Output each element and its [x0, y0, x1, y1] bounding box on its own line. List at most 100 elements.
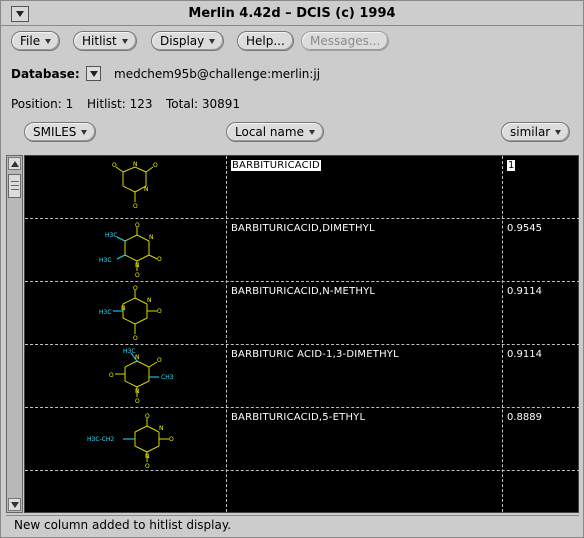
atom-label: H3C-CH2: [87, 436, 114, 443]
total-value: 30891: [201, 97, 241, 111]
similar-column-label: similar: [510, 125, 551, 139]
similar-cell[interactable]: 0.9114: [507, 349, 542, 360]
total-label: Total:: [166, 97, 199, 111]
local-name-cell[interactable]: BARBITURICACID,N-METHYL: [231, 286, 375, 297]
hitlist-label: Hitlist:: [87, 97, 126, 111]
database-value: medchem95b@challenge:merlin:jj: [114, 67, 321, 81]
atom-label: N: [145, 453, 150, 460]
atom-label: O: [153, 162, 158, 169]
atom-label: N: [144, 186, 149, 193]
local-name-column-button[interactable]: Local name: [226, 122, 324, 142]
window-title: Merlin 4.42d – DCIS (c) 1994: [188, 6, 396, 21]
hitlist-menu-button[interactable]: Hitlist: [73, 31, 137, 51]
status-bar: New column added to hitlist display.: [6, 515, 579, 533]
grip-line: [11, 181, 19, 182]
atom-label: O: [169, 436, 174, 443]
local-name-cell[interactable]: BARBITURICACID: [231, 160, 321, 171]
triangle-down-icon: [11, 502, 19, 508]
table-row[interactable]: H3C O N O N CH3 O BARBITURIC ACID-1,3-DI…: [25, 345, 580, 408]
similar-column-button[interactable]: similar: [501, 122, 571, 142]
triangle-up-icon: [11, 161, 19, 167]
atom-label: N: [159, 425, 164, 432]
position-value: 1: [65, 97, 74, 111]
atom-label: O: [157, 256, 162, 263]
structure-drawing: O N O N O H3C: [99, 285, 162, 342]
similar-cell[interactable]: 0.9545: [507, 223, 542, 234]
scroll-up-button[interactable]: [8, 157, 21, 170]
atom-label: O: [135, 398, 140, 405]
file-menu-button[interactable]: File: [11, 31, 61, 51]
database-dropdown[interactable]: [86, 66, 101, 81]
similar-cell[interactable]: 0.8889: [507, 412, 542, 423]
atom-label: O: [145, 413, 150, 420]
position-info: Position: 1: [11, 97, 73, 111]
triangle-down-icon: [209, 39, 216, 44]
hitlist-grid[interactable]: N O N O O BARBITURICACID 1 O N O N O H3C…: [24, 155, 580, 513]
merlin-window: Merlin 4.42d – DCIS (c) 1994 File Hitlis…: [0, 0, 584, 538]
table-row[interactable]: [25, 471, 580, 512]
triangle-down-icon: [121, 39, 128, 44]
title-bar[interactable]: Merlin 4.42d – DCIS (c) 1994: [1, 1, 583, 26]
atom-label: H3C: [123, 348, 136, 355]
structure-drawing: O N O N O H3C-CH2: [87, 413, 174, 468]
triangle-down-icon: [45, 39, 52, 44]
table-row[interactable]: O N O N O H3C H3C BARBITURICACID,DIMETHY…: [25, 219, 580, 282]
help-button-label: Help...: [246, 34, 285, 48]
local-name-cell[interactable]: BARBITURICACID,DIMETHYL: [231, 223, 375, 234]
database-label: Database:: [11, 67, 80, 81]
scroll-thumb[interactable]: [8, 174, 21, 198]
local-name-cell[interactable]: BARBITURIC ACID-1,3-DIMETHYL: [231, 349, 399, 360]
atom-label: H3C: [99, 309, 112, 316]
atom-label: O: [133, 203, 138, 210]
atom-label: O: [112, 162, 117, 169]
messages-button[interactable]: Messages...: [301, 31, 390, 51]
file-menu-label: File: [20, 34, 41, 48]
triangle-down-icon: [90, 71, 98, 77]
hitlist-value: 123: [129, 97, 153, 111]
atom-label: O: [133, 285, 138, 292]
similar-cell[interactable]: 0.9114: [507, 286, 542, 297]
atom-label: H3C: [105, 232, 118, 239]
atom-label: N: [135, 388, 140, 395]
display-menu-button[interactable]: Display: [151, 31, 225, 51]
display-menu-label: Display: [160, 34, 205, 48]
local-name-cell[interactable]: BARBITURICACID,5-ETHYL: [231, 412, 365, 423]
atom-label: N: [121, 305, 126, 312]
atom-label: O: [135, 272, 140, 279]
triangle-down-icon: [308, 130, 315, 135]
local-name-column-label: Local name: [235, 125, 304, 139]
atom-label: O: [157, 308, 162, 315]
atom-label: N: [135, 354, 140, 361]
atom-label: N: [135, 262, 140, 269]
scroll-down-button[interactable]: [8, 498, 21, 511]
table-row[interactable]: O N O N O H3C-CH2 BARBITURICACID,5-ETHYL…: [25, 408, 580, 471]
smiles-column-label: SMILES: [33, 125, 77, 139]
atom-label: O: [109, 372, 114, 379]
grip-line: [11, 185, 19, 186]
grip-line: [11, 189, 19, 190]
structure-drawing: N O N O O: [112, 161, 158, 210]
total-info: Total: 30891: [166, 97, 240, 111]
status-message: New column added to hitlist display.: [14, 518, 232, 532]
structure-drawing: H3C O N O N CH3 O: [109, 348, 174, 405]
hitlist-menu-label: Hitlist: [82, 34, 117, 48]
structure-drawing: O N O N O H3C H3C: [99, 222, 162, 279]
atom-label: O: [157, 357, 162, 364]
table-row[interactable]: O N O N O H3C BARBITURICACID,N-METHYL 0.…: [25, 282, 580, 345]
vertical-scrollbar[interactable]: [6, 155, 23, 513]
similar-cell[interactable]: 1: [507, 160, 516, 171]
help-button[interactable]: Help...: [237, 31, 294, 51]
smiles-column-button[interactable]: SMILES: [24, 122, 97, 142]
atom-label: N: [133, 161, 138, 168]
atom-label: O: [133, 335, 138, 342]
triangle-down-icon: [555, 130, 562, 135]
messages-button-label: Messages...: [310, 34, 381, 48]
atom-label: H3C: [99, 257, 112, 264]
position-label: Position:: [11, 97, 62, 111]
atom-label: CH3: [161, 374, 174, 381]
atom-label: O: [145, 463, 150, 468]
triangle-down-icon: [81, 130, 88, 135]
table-row[interactable]: N O N O O BARBITURICACID 1: [25, 156, 580, 219]
atom-label: N: [149, 234, 154, 241]
atom-label: O: [135, 222, 140, 229]
